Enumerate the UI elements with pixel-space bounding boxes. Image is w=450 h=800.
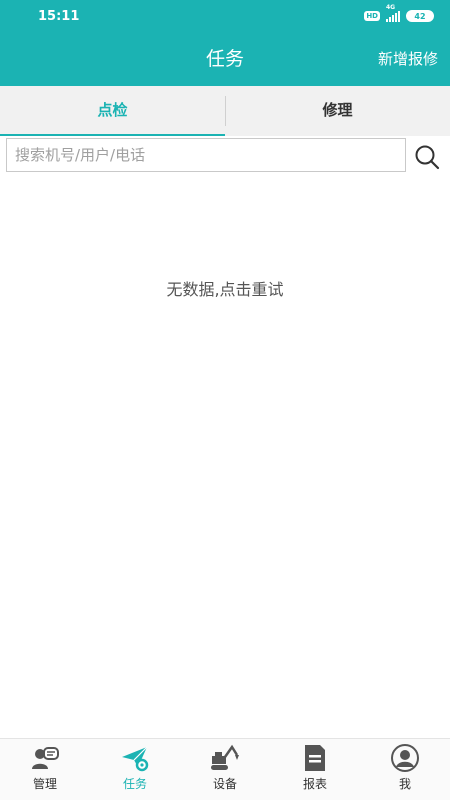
tab-repair[interactable]: 修理 — [225, 86, 450, 136]
nav-item-report[interactable]: 报表 — [270, 739, 360, 800]
nav-label-manage: 管理 — [32, 777, 57, 791]
tab-bar: 点检 修理 — [0, 86, 450, 136]
status-time: 15:11 — [38, 8, 80, 24]
top-app-bar: 15:11 HD 4G 42 任务 新增报修 — [0, 0, 450, 86]
nav-item-manage[interactable]: 管理 — [0, 739, 90, 800]
status-bar: 15:11 HD 4G 42 — [0, 0, 450, 32]
search-row — [0, 136, 450, 176]
tab-inspection[interactable]: 点检 — [0, 86, 225, 136]
nav-label-me: 我 — [398, 777, 411, 791]
report-icon — [305, 745, 325, 771]
network-type-label: 4G — [386, 3, 396, 11]
nav-item-device[interactable]: 设备 — [180, 739, 270, 800]
profile-icon — [391, 744, 419, 772]
bottom-nav: 管理 任务 设备 报表 我 — [0, 738, 450, 800]
nav-label-device: 设备 — [212, 777, 237, 791]
nav-label-task: 任务 — [122, 777, 147, 791]
hd-icon: HD — [364, 11, 380, 21]
task-plane-icon — [122, 746, 149, 772]
empty-state-retry[interactable]: 无数据,点击重试 — [0, 276, 450, 300]
status-icons: HD 4G 42 — [364, 4, 434, 22]
excavator-icon — [211, 744, 239, 770]
nav-item-me[interactable]: 我 — [360, 739, 450, 800]
signal-icon: 4G — [386, 4, 400, 22]
add-repair-button[interactable]: 新增报修 — [378, 48, 438, 70]
nav-item-task[interactable]: 任务 — [90, 739, 180, 800]
search-input[interactable] — [6, 138, 406, 172]
battery-icon: 42 — [406, 10, 434, 22]
battery-level: 42 — [414, 11, 426, 21]
manage-icon — [32, 747, 59, 769]
search-icon[interactable] — [412, 142, 442, 172]
nav-label-report: 报表 — [302, 777, 327, 791]
